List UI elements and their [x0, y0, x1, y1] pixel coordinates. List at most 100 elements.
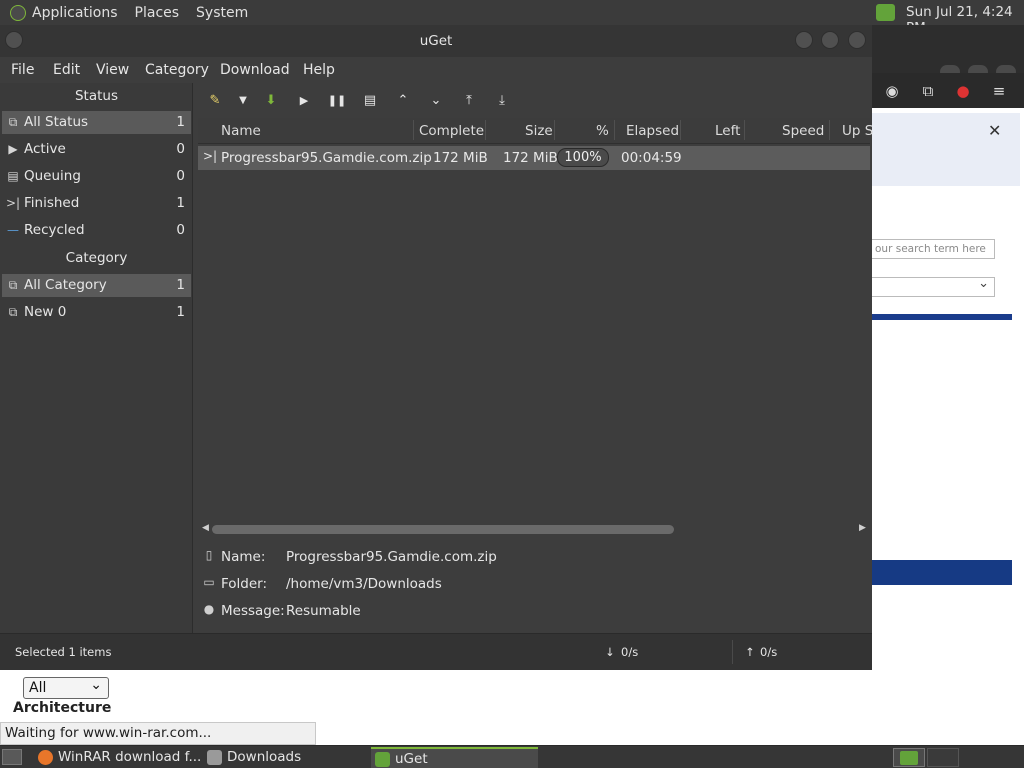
- horizontal-scrollbar[interactable]: ◀ ▶: [198, 522, 870, 536]
- workspace-switcher-2[interactable]: [927, 748, 959, 767]
- show-desktop-icon[interactable]: [2, 749, 22, 765]
- extensions-icon[interactable]: ⧉: [919, 82, 937, 100]
- play-icon: ▶: [8, 142, 18, 156]
- menu-view[interactable]: View: [96, 62, 129, 78]
- download-list-header: Name Complete Size % Elapsed Left Speed …: [198, 118, 873, 144]
- status-item-label: Queuing: [24, 168, 81, 184]
- close-icon[interactable]: ✕: [988, 121, 1001, 140]
- hamburger-menu-icon[interactable]: ≡: [990, 82, 1008, 100]
- status-item-label: Active: [24, 141, 66, 157]
- account-icon[interactable]: ◉: [883, 82, 901, 100]
- column-separator: [485, 120, 486, 140]
- status-item-queuing[interactable]: ▤ Queuing 0: [2, 165, 191, 188]
- batch-download-icon[interactable]: ⬇: [261, 92, 281, 110]
- detail-message-label: Message:: [221, 603, 285, 619]
- column-size[interactable]: Size: [525, 123, 553, 139]
- filter-select[interactable]: [870, 276, 995, 297]
- column-complete[interactable]: Complete: [419, 123, 484, 139]
- download-speed: 0/s: [621, 645, 639, 659]
- column-up-speed[interactable]: Up S: [842, 123, 873, 139]
- status-item-count: 1: [176, 114, 185, 130]
- task-downloads-folder[interactable]: Downloads: [203, 747, 369, 768]
- minimize-button[interactable]: [795, 31, 813, 49]
- menu-places[interactable]: Places: [135, 5, 180, 21]
- column-separator: [554, 120, 555, 140]
- menu-download[interactable]: Download: [220, 62, 290, 78]
- start-icon[interactable]: ▶: [294, 92, 314, 110]
- browser-status-text: Waiting for www.win-rar.com...: [0, 722, 316, 745]
- move-top-icon[interactable]: ⤒: [459, 92, 479, 110]
- documents-icon: ⧉: [8, 115, 18, 129]
- toolbar: ✎ ▼ ⬇ ▶ ❚❚ ▤ ⌃ ⌄ ⤒ ⤓: [198, 85, 870, 118]
- menu-help[interactable]: Help: [303, 62, 335, 78]
- workspace-window-thumb: [900, 751, 918, 765]
- move-bottom-icon[interactable]: ⤓: [492, 92, 512, 110]
- properties-icon[interactable]: ▤: [360, 92, 380, 110]
- menu-system[interactable]: System: [196, 5, 248, 21]
- status-item-count: 0: [176, 141, 185, 157]
- menu-file[interactable]: File: [11, 62, 34, 78]
- status-item-all[interactable]: ⧉ All Status 1: [2, 111, 191, 134]
- column-left[interactable]: Left: [715, 123, 740, 139]
- category-item-all[interactable]: ⧉ All Category 1: [2, 274, 191, 297]
- status-item-count: 1: [176, 195, 185, 211]
- blue-divider: [870, 314, 1012, 320]
- category-item-label: All Category: [24, 277, 107, 293]
- task-uget[interactable]: uGet: [371, 747, 538, 768]
- column-elapsed[interactable]: Elapsed: [626, 123, 679, 139]
- top-panel: Applications Places System Sun Jul 21, 4…: [0, 0, 1024, 36]
- new-download-icon[interactable]: ✎: [205, 92, 225, 110]
- selected-count: Selected 1 items: [15, 645, 112, 659]
- detail-folder-label: Folder:: [221, 576, 268, 592]
- task-label: Downloads: [227, 749, 302, 765]
- download-complete: 172 MiB: [433, 150, 488, 166]
- column-percent[interactable]: %: [596, 123, 609, 139]
- close-button[interactable]: [848, 31, 866, 49]
- category-item-new0[interactable]: ⧉ New 0 1: [2, 301, 191, 324]
- task-label: uGet: [395, 751, 428, 767]
- uget-tray-icon[interactable]: [876, 4, 895, 21]
- status-item-active[interactable]: ▶ Active 0: [2, 138, 191, 161]
- detail-message-value: Resumable: [286, 603, 361, 619]
- download-list: >| Progressbar95.Gamdie.com.zip 172 MiB …: [198, 144, 870, 546]
- minus-icon: —: [7, 223, 19, 237]
- menu-applications[interactable]: Applications: [32, 5, 118, 21]
- firefox-icon: [38, 750, 53, 765]
- document-icon: ▤: [7, 169, 19, 183]
- task-label: WinRAR download f...: [58, 749, 202, 765]
- status-item-finished[interactable]: >| Finished 1: [2, 192, 191, 215]
- column-name[interactable]: Name: [221, 123, 261, 139]
- pause-icon[interactable]: ❚❚: [327, 92, 347, 110]
- new-dropdown-icon[interactable]: ▼: [233, 92, 253, 110]
- table-row[interactable]: >| Progressbar95.Gamdie.com.zip 172 MiB …: [198, 146, 870, 170]
- scroll-left-icon[interactable]: ◀: [202, 523, 209, 533]
- uget-titlebar[interactable]: uGet: [0, 25, 872, 57]
- category-header: Category: [65, 250, 128, 266]
- category-item-label: New 0: [24, 304, 67, 320]
- workspace-switcher-1[interactable]: [893, 748, 925, 767]
- move-up-icon[interactable]: ⌃: [393, 92, 413, 110]
- scroll-right-icon[interactable]: ▶: [859, 523, 866, 533]
- menu-category[interactable]: Category: [145, 62, 209, 78]
- status-item-recycled[interactable]: — Recycled 0: [2, 219, 191, 242]
- task-firefox[interactable]: WinRAR download f...: [34, 747, 202, 768]
- scrollbar-thumb[interactable]: [212, 525, 674, 534]
- maximize-button[interactable]: [821, 31, 839, 49]
- mint-menu-icon[interactable]: [10, 4, 26, 21]
- column-speed[interactable]: Speed: [782, 123, 824, 139]
- architecture-label: Architecture: [13, 700, 112, 716]
- ublock-icon[interactable]: ●: [954, 82, 972, 100]
- uget-statusbar: Selected 1 items ↓ 0/s ↑ 0/s: [0, 633, 872, 670]
- search-input[interactable]: our search term here: [870, 239, 995, 259]
- column-separator: [744, 120, 745, 140]
- platform-select[interactable]: All: [23, 675, 109, 699]
- menu-edit[interactable]: Edit: [53, 62, 80, 78]
- download-banner[interactable]: [870, 560, 1012, 585]
- status-item-label: All Status: [24, 114, 89, 130]
- move-down-icon[interactable]: ⌄: [426, 92, 446, 110]
- background-browser-window: ◉ ⧉ ● ≡ ✕ our search term here: [870, 25, 1024, 745]
- download-progress: 100%: [557, 148, 609, 167]
- detail-name-row: ▯ Name: Progressbar95.Gamdie.com.zip: [198, 546, 870, 568]
- category-item-count: 1: [176, 304, 185, 320]
- sidebar: Status ⧉ All Status 1 ▶ Active 0 ▤ Queui…: [0, 83, 193, 633]
